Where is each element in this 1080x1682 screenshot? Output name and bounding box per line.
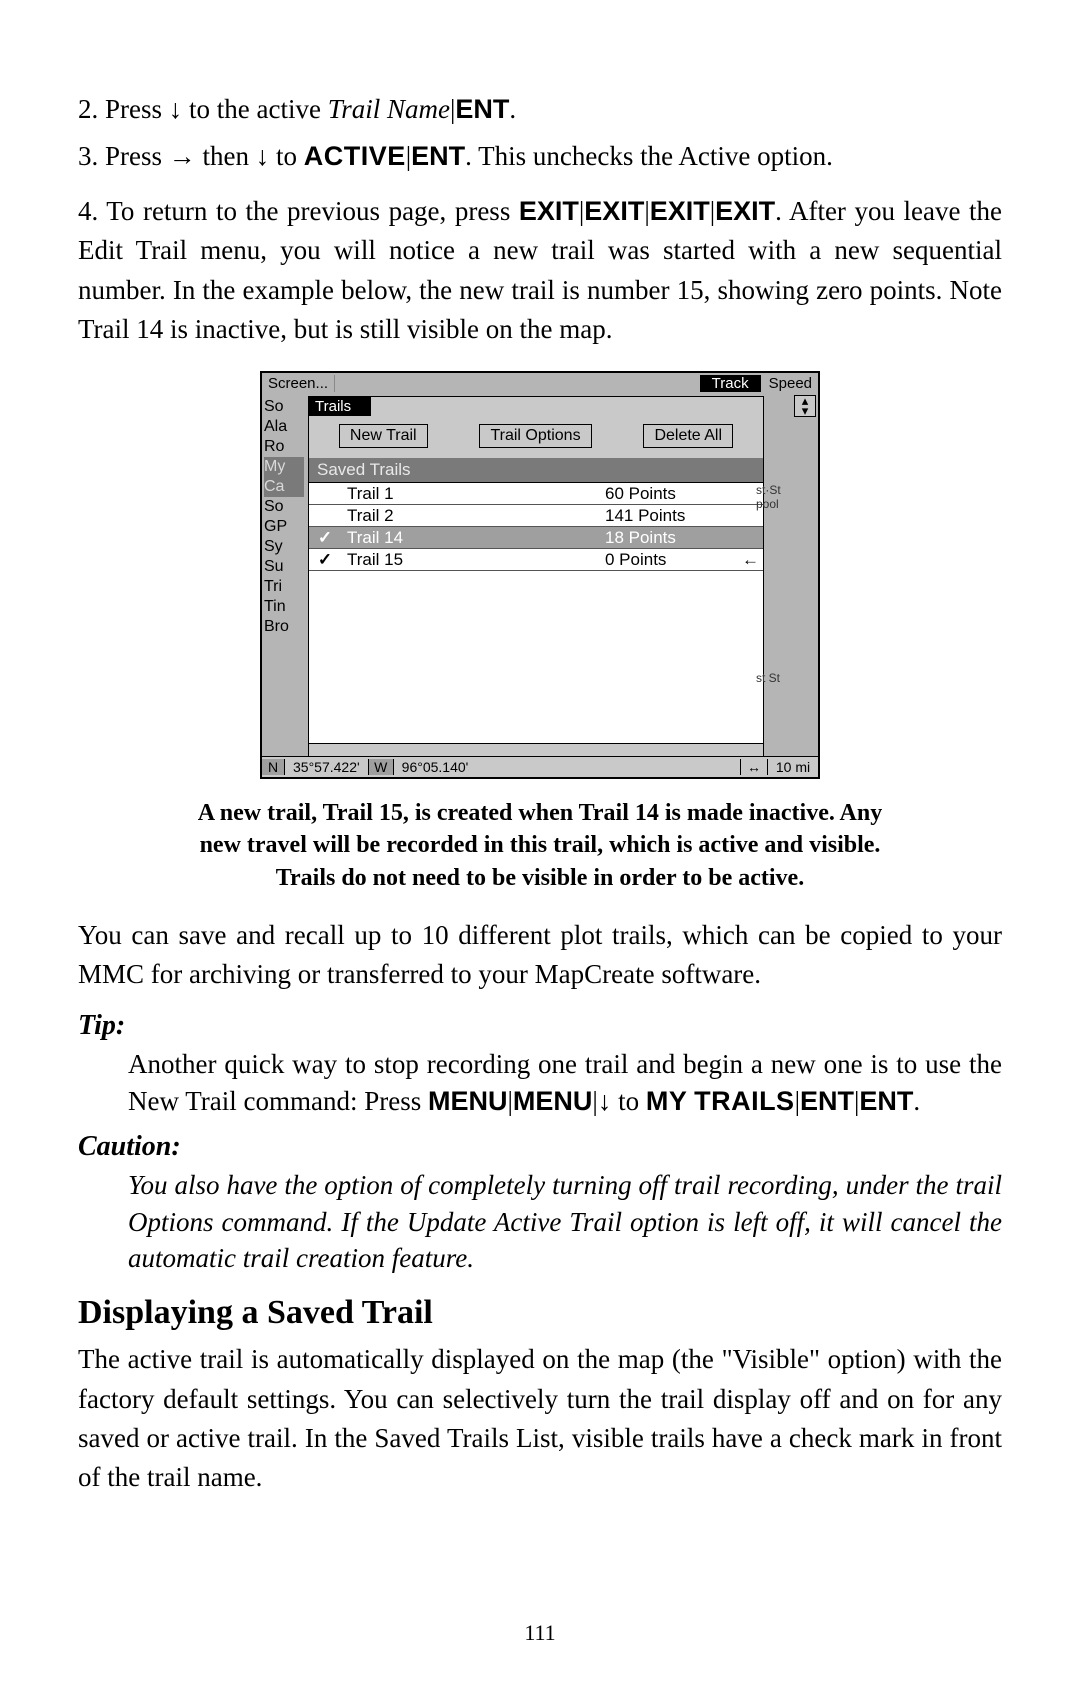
menu-key: MENU	[428, 1086, 508, 1116]
step-2: 2. Press ↓ to the active Trail Name|ENT.	[78, 90, 1002, 129]
section-body: The active trail is automatically displa…	[78, 1340, 1002, 1497]
bg-menu-item[interactable]: GP	[264, 517, 304, 537]
map-label: st St	[756, 671, 814, 685]
lat-hemisphere: N	[262, 759, 285, 775]
ent-key: ENT	[411, 141, 465, 171]
updown-spinner[interactable]: ▴▾	[794, 395, 816, 417]
exit-key: EXIT	[715, 196, 775, 226]
manual-page: 2. Press ↓ to the active Trail Name|ENT.…	[0, 0, 1080, 1682]
period: .	[913, 1086, 920, 1116]
caution-heading: Caution:	[78, 1131, 1002, 1163]
bg-menu-item[interactable]: Su	[264, 557, 304, 577]
tip-text-b: ↓ to	[598, 1086, 646, 1116]
trail-row-selected[interactable]: ✓ Trail 14 18 Points	[309, 527, 763, 549]
ent-key: ENT	[455, 94, 509, 124]
bg-menu-item[interactable]: Tin	[264, 597, 304, 617]
bg-menu-item[interactable]: Bro	[264, 617, 304, 637]
gps-screenshot: Screen... Track Speed ▴▾ So Ala Ro My Ca…	[260, 371, 820, 779]
background-menu: So Ala Ro My Ca So GP Sy Su Tri Tin Bro	[264, 397, 304, 637]
trail-points: 0 Points	[605, 550, 735, 570]
trails-button-row: New Trail Trail Options Delete All	[309, 416, 763, 458]
step-4a: 4. To return to the previous page, press	[78, 196, 519, 226]
bg-menu-item[interactable]: Sy	[264, 537, 304, 557]
trail-row[interactable]: Trail 2 141 Points	[309, 505, 763, 527]
exit-key: EXIT	[650, 196, 710, 226]
step-3: 3. Press → then ↓ to ACTIVE|ENT. This un…	[78, 137, 1002, 176]
tip-heading: Tip:	[78, 1010, 1002, 1042]
caution-body: You also have the option of completely t…	[128, 1167, 1002, 1276]
exit-key: EXIT	[584, 196, 644, 226]
saved-trails-list[interactable]: Trail 1 60 Points Trail 2 141 Points ✓ T…	[309, 482, 763, 744]
trail-name: Trail 1	[337, 484, 605, 504]
tip-body: Another quick way to stop recording one …	[128, 1046, 1002, 1119]
active-smallcap: ACTIVE	[304, 141, 406, 171]
trail-row[interactable]: Trail 1 60 Points	[309, 483, 763, 505]
tab-track[interactable]: Track	[700, 375, 761, 392]
section-heading: Displaying a Saved Trail	[78, 1294, 1002, 1332]
trail-options-button[interactable]: Trail Options	[479, 424, 591, 448]
latitude: 35°57.422'	[285, 759, 368, 775]
pan-arrows-icon[interactable]: ↔	[740, 759, 767, 775]
trail-name-italic: Trail Name	[328, 94, 450, 124]
bg-menu-item-highlight[interactable]: My	[264, 457, 304, 477]
page-number: 111	[0, 1620, 1080, 1646]
trails-panel-title: Trails	[309, 397, 371, 416]
new-trail-button[interactable]: New Trail	[339, 424, 428, 448]
bg-menu-item[interactable]: Tri	[264, 577, 304, 597]
ent-key: ENT	[859, 1086, 913, 1116]
saved-trails-header: Saved Trails	[309, 458, 763, 482]
map-scale: 10 mi	[767, 759, 818, 775]
step-2-prefix: 2. Press ↓ to the active	[78, 94, 328, 124]
trail-name: Trail 14	[337, 528, 605, 548]
map-label: pool	[756, 497, 814, 511]
bg-menu-item[interactable]: Ro	[264, 437, 304, 457]
step-3a: 3. Press → then ↓ to	[78, 141, 304, 171]
caption-line: Trails do not need to be visible in orde…	[276, 865, 804, 891]
trail-points: 141 Points	[605, 506, 735, 526]
step-4: 4. To return to the previous page, press…	[78, 192, 1002, 349]
caption-line: new travel will be recorded in this trai…	[200, 832, 881, 858]
bg-menu-item-highlight[interactable]: Ca	[264, 477, 304, 497]
trails-smallcap: TRAILS	[694, 1086, 795, 1116]
trail-name: Trail 2	[337, 506, 605, 526]
lon-hemisphere: W	[368, 759, 394, 775]
visible-check: ✓	[313, 550, 337, 570]
tab-screen[interactable]: Screen...	[262, 375, 335, 392]
trail-points: 18 Points	[605, 528, 735, 548]
map-fragment-labels: st·St pool st St	[756, 483, 814, 685]
bg-menu-item[interactable]: So	[264, 397, 304, 417]
longitude: 96°05.140'	[394, 759, 721, 775]
step-3b: . This unchecks the Active option.	[465, 141, 833, 171]
trail-points: 60 Points	[605, 484, 735, 504]
trail-name: Trail 15	[337, 550, 605, 570]
trail-row[interactable]: ✓ Trail 15 0 Points ←	[309, 549, 763, 571]
menu-key: MENU	[513, 1086, 593, 1116]
caption-line: A new trail, Trail 15, is created when T…	[198, 800, 882, 826]
delete-all-button[interactable]: Delete All	[643, 424, 733, 448]
ent-key: ENT	[800, 1086, 854, 1116]
bg-menu-item[interactable]: Ala	[264, 417, 304, 437]
visible-check: ✓	[313, 528, 337, 548]
top-tabs: Screen... Track Speed	[262, 373, 818, 395]
bg-menu-item[interactable]: So	[264, 497, 304, 517]
my-smallcap: MY	[646, 1086, 688, 1116]
period: .	[509, 94, 516, 124]
para-after-caption: You can save and recall up to 10 differe…	[78, 916, 1002, 994]
map-label: st·St	[756, 483, 814, 497]
status-bar: N 35°57.422' W 96°05.140' ↔ 10 mi	[262, 756, 818, 777]
exit-key: EXIT	[519, 196, 579, 226]
trails-panel: Trails New Trail Trail Options Delete Al…	[308, 396, 764, 758]
figure-wrap: Screen... Track Speed ▴▾ So Ala Ro My Ca…	[78, 371, 1002, 779]
tab-speed[interactable]: Speed	[763, 375, 818, 392]
figure-caption: A new trail, Trail 15, is created when T…	[98, 797, 982, 894]
